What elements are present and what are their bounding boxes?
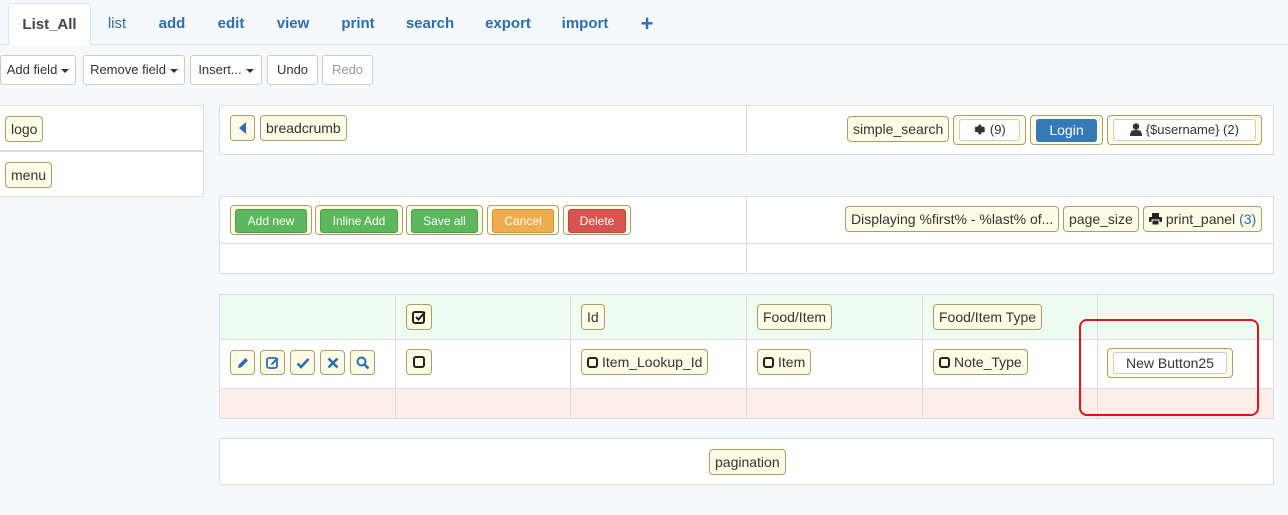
cell-label: Item <box>778 354 806 370</box>
save-all-button[interactable]: Save all <box>411 209 478 233</box>
redo-button[interactable]: Redo <box>322 55 373 85</box>
add-new-wrap: Add new <box>230 205 312 235</box>
tab-export[interactable]: export <box>476 3 540 45</box>
inline-add-button[interactable]: Inline Add <box>320 209 398 233</box>
undo-button[interactable]: Undo <box>267 55 318 85</box>
tab-view[interactable]: view <box>268 3 318 45</box>
breadcrumb[interactable]: breadcrumb <box>260 115 347 141</box>
check-icon <box>296 357 309 369</box>
settings-count: (9) <box>989 122 1006 137</box>
remove-field-button[interactable]: Remove field <box>83 55 185 85</box>
add-tab-button[interactable]: + <box>632 3 662 45</box>
edit-row-button[interactable] <box>230 350 255 375</box>
save-row-button[interactable] <box>290 350 315 375</box>
caret-down-icon <box>61 68 70 73</box>
add-new-button[interactable]: Add new <box>235 209 307 233</box>
insert-label: Insert... <box>198 62 242 77</box>
checkbox-checked-icon <box>412 311 426 324</box>
cell-label: Note_Type <box>954 354 1022 370</box>
highlight-box <box>1079 319 1259 416</box>
delete-button[interactable]: Delete <box>568 209 626 233</box>
insert-button[interactable]: Insert... <box>190 55 262 85</box>
add-field-label: Add field <box>6 62 58 77</box>
username-label: {$username} (2) <box>1145 122 1239 137</box>
tab-edit[interactable]: edit <box>208 3 254 45</box>
cancel-button[interactable]: Cancel <box>492 209 554 233</box>
tab-print[interactable]: print <box>332 3 384 45</box>
select-all-checkbox[interactable] <box>406 304 432 330</box>
gear-icon <box>974 124 986 135</box>
pagination[interactable]: pagination <box>709 449 786 475</box>
delete-wrap: Delete <box>563 205 631 235</box>
page-size[interactable]: page_size <box>1063 206 1139 232</box>
save-all-wrap: Save all <box>406 205 483 235</box>
cell-item[interactable]: Item <box>757 349 812 375</box>
print-icon <box>1149 213 1162 226</box>
caret-down-icon <box>245 68 254 73</box>
displaying-info: Displaying %first% - %last% of... <box>845 206 1059 232</box>
tab-list[interactable]: list <box>96 3 138 45</box>
print-panel-label: print_panel <box>1165 211 1236 227</box>
add-field-button[interactable]: Add field <box>0 55 76 85</box>
view-row-button[interactable] <box>350 350 375 375</box>
edit-icon <box>265 356 278 369</box>
divider <box>570 295 571 418</box>
tab-import[interactable]: import <box>554 3 616 45</box>
tab-list-all[interactable]: List_All <box>8 3 91 46</box>
user-icon <box>1130 123 1143 136</box>
cell-note-type[interactable]: Note_Type <box>933 349 1028 375</box>
search-icon <box>356 356 369 369</box>
login-button[interactable]: Login <box>1036 119 1097 142</box>
remove-field-label: Remove field <box>90 62 166 77</box>
login-wrap: Login <box>1030 115 1103 145</box>
pencil-icon <box>237 357 248 368</box>
settings-button[interactable]: (9) <box>959 119 1020 141</box>
cell-label: Item_Lookup_Id <box>602 354 703 370</box>
logo-panel: logo <box>0 105 204 151</box>
divider <box>746 197 747 273</box>
checkbox-icon <box>939 357 950 368</box>
print-panel[interactable]: print_panel (3) <box>1143 206 1263 232</box>
inline-edit-button[interactable] <box>260 350 285 375</box>
tab-bar: List_All list add edit view print search… <box>0 0 1288 46</box>
caret-left-icon <box>238 122 246 134</box>
logo: logo <box>5 116 44 142</box>
user-button[interactable]: {$username} (2) <box>1113 119 1256 141</box>
simple-search[interactable]: simple_search <box>847 116 950 142</box>
inline-add-wrap: Inline Add <box>315 205 403 235</box>
column-header-food-item[interactable]: Food/Item <box>757 304 833 330</box>
column-header-food-item-type[interactable]: Food/Item Type <box>933 304 1043 330</box>
cancel-wrap: Cancel <box>487 205 559 235</box>
settings-wrap: (9) <box>953 115 1026 145</box>
divider <box>746 295 747 418</box>
plus-icon: + <box>640 11 654 36</box>
back-button[interactable] <box>230 115 255 141</box>
divider <box>746 106 747 154</box>
divider <box>395 295 396 418</box>
divider <box>922 295 923 418</box>
checkbox-icon <box>413 356 425 368</box>
row-checkbox[interactable] <box>406 349 432 375</box>
cell-item-lookup-id[interactable]: Item_Lookup_Id <box>581 349 709 375</box>
checkbox-icon <box>587 357 598 368</box>
tab-add[interactable]: add <box>150 3 194 45</box>
column-header-id[interactable]: Id <box>581 304 605 330</box>
print-count: (3) <box>1239 211 1257 227</box>
user-wrap: {$username} (2) <box>1107 115 1262 145</box>
cancel-row-button[interactable] <box>320 350 345 375</box>
times-icon <box>327 357 338 368</box>
checkbox-icon <box>763 357 774 368</box>
tab-search[interactable]: search <box>398 3 462 45</box>
menu-panel: menu <box>0 151 204 197</box>
caret-down-icon <box>169 68 178 73</box>
menu[interactable]: menu <box>5 162 53 188</box>
